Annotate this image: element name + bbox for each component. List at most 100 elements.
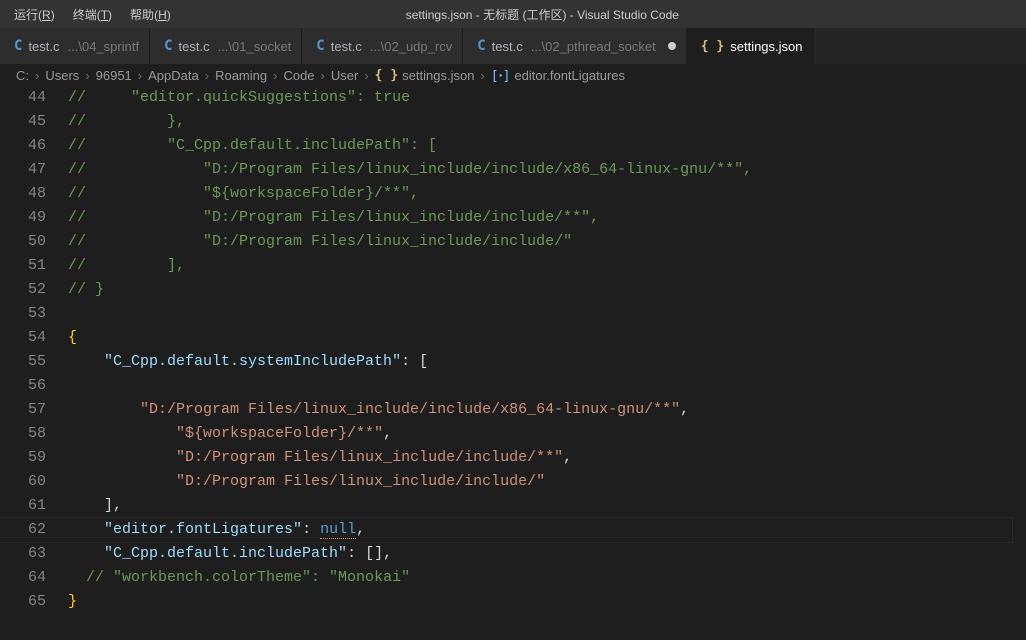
code-content[interactable]: ], [68, 494, 122, 518]
code-content[interactable]: "editor.fontLigatures": null, [68, 518, 365, 542]
tab[interactable]: Ctest.c ...\04_sprintf [0, 28, 150, 64]
code-content[interactable]: // "workbench.colorTheme": "Monokai" [68, 566, 410, 590]
line-number: 44 [0, 86, 68, 110]
code-content[interactable]: "D:/Program Files/linux_include/include/… [68, 446, 572, 470]
line-number: 47 [0, 158, 68, 182]
editor-line[interactable]: 51// ], [0, 254, 1026, 278]
breadcrumb-symbol[interactable]: [ꞏ] editor.fontLigatures [491, 66, 625, 84]
editor-line[interactable]: 64 // "workbench.colorTheme": "Monokai" [0, 566, 1026, 590]
editor-line[interactable]: 44// "editor.quickSuggestions": true [0, 86, 1026, 110]
tab-path: ...\02_udp_rcv [370, 39, 452, 54]
breadcrumb-segment[interactable]: 96951 [96, 68, 132, 83]
code-content[interactable]: // "D:/Program Files/linux_include/inclu… [68, 158, 752, 182]
tab-filename: test.c [179, 39, 210, 54]
editor-line[interactable]: 52// } [0, 278, 1026, 302]
line-number: 55 [0, 350, 68, 374]
code-content[interactable]: // ], [68, 254, 185, 278]
code-content[interactable]: "C_Cpp.default.includePath": [], [68, 542, 392, 566]
line-number: 46 [0, 134, 68, 158]
editor[interactable]: 44// "editor.quickSuggestions": true45//… [0, 86, 1026, 640]
minimap[interactable] [1012, 86, 1026, 640]
editor-line[interactable]: 63 "C_Cpp.default.includePath": [], [0, 542, 1026, 566]
editor-line[interactable]: 46// "C_Cpp.default.includePath": [ [0, 134, 1026, 158]
editor-line[interactable]: 50// "D:/Program Files/linux_include/inc… [0, 230, 1026, 254]
line-number: 61 [0, 494, 68, 518]
editor-line[interactable]: 57 "D:/Program Files/linux_include/inclu… [0, 398, 1026, 422]
menu-term[interactable]: 终端(T) [65, 3, 120, 26]
tab-filename: settings.json [730, 39, 802, 54]
line-number: 60 [0, 470, 68, 494]
code-content[interactable]: // "editor.quickSuggestions": true [68, 86, 410, 110]
symbol-icon: [ꞏ] [491, 66, 511, 84]
titlebar: 运行(R) 终端(T) 帮助(H) settings.json - 无标题 (工… [0, 0, 1026, 28]
c-file-icon: C [164, 38, 172, 54]
tab[interactable]: Ctest.c ...\02_pthread_socket [463, 28, 687, 64]
c-file-icon: C [316, 38, 324, 54]
breadcrumb-segment[interactable]: Roaming [215, 68, 267, 83]
window-title: settings.json - 无标题 (工作区) - Visual Studi… [179, 6, 906, 23]
code-content[interactable]: // "${workspaceFolder}/**", [68, 182, 419, 206]
breadcrumb-segment[interactable]: User [331, 68, 358, 83]
code-content[interactable]: "${workspaceFolder}/**", [68, 422, 392, 446]
tab-filename: test.c [331, 39, 362, 54]
breadcrumb-file[interactable]: { } settings.json [375, 68, 475, 83]
line-number: 65 [0, 590, 68, 614]
line-number: 48 [0, 182, 68, 206]
editor-line[interactable]: 48// "${workspaceFolder}/**", [0, 182, 1026, 206]
line-number: 58 [0, 422, 68, 446]
tabbar: Ctest.c ...\04_sprintfCtest.c ...\01_soc… [0, 28, 1026, 64]
line-number: 49 [0, 206, 68, 230]
breadcrumb-segment[interactable]: Users [45, 68, 79, 83]
code-content[interactable]: // } [68, 278, 104, 302]
editor-line[interactable]: 47// "D:/Program Files/linux_include/inc… [0, 158, 1026, 182]
editor-line[interactable]: 49// "D:/Program Files/linux_include/inc… [0, 206, 1026, 230]
c-file-icon: C [14, 38, 22, 54]
code-content[interactable]: // "D:/Program Files/linux_include/inclu… [68, 230, 572, 254]
breadcrumb-segment[interactable]: AppData [148, 68, 199, 83]
editor-line[interactable]: 58 "${workspaceFolder}/**", [0, 422, 1026, 446]
editor-line[interactable]: 55 "C_Cpp.default.systemIncludePath": [ [0, 350, 1026, 374]
line-number: 50 [0, 230, 68, 254]
chevron-right-icon: › [271, 68, 279, 83]
code-content[interactable]: { [68, 326, 77, 350]
tab[interactable]: Ctest.c ...\02_udp_rcv [302, 28, 463, 64]
menu-help[interactable]: 帮助(H) [122, 3, 179, 26]
tab[interactable]: { } settings.json [687, 28, 814, 64]
menu-run[interactable]: 运行(R) [6, 3, 63, 26]
tab-path: ...\01_socket [218, 39, 292, 54]
breadcrumb-segment[interactable]: Code [283, 68, 314, 83]
breadcrumb[interactable]: C:›Users›96951›AppData›Roaming›Code›User… [0, 64, 1026, 86]
line-number: 64 [0, 566, 68, 590]
code-content[interactable]: } [68, 590, 77, 614]
chevron-right-icon: › [33, 68, 41, 83]
editor-line[interactable]: 54{ [0, 326, 1026, 350]
json-file-icon: { } [701, 39, 724, 54]
code-content[interactable]: "D:/Program Files/linux_include/include/… [68, 470, 545, 494]
tab-path: ...\04_sprintf [68, 39, 140, 54]
code-content[interactable]: "D:/Program Files/linux_include/include/… [68, 398, 689, 422]
line-number: 62 [0, 518, 68, 542]
line-number: 59 [0, 446, 68, 470]
editor-line[interactable]: 65} [0, 590, 1026, 614]
code-content[interactable]: // }, [68, 110, 185, 134]
code-content[interactable]: "C_Cpp.default.systemIncludePath": [ [68, 350, 428, 374]
chevron-right-icon: › [319, 68, 327, 83]
editor-line[interactable]: 62 "editor.fontLigatures": null, [0, 518, 1026, 542]
editor-line[interactable]: 53 [0, 302, 1026, 326]
breadcrumb-segment[interactable]: C: [16, 68, 29, 83]
json-file-icon: { } [375, 68, 398, 83]
line-number: 52 [0, 278, 68, 302]
code-content[interactable]: // "D:/Program Files/linux_include/inclu… [68, 206, 599, 230]
editor-line[interactable]: 60 "D:/Program Files/linux_include/inclu… [0, 470, 1026, 494]
editor-line[interactable]: 56 [0, 374, 1026, 398]
tab-filename: test.c [492, 39, 523, 54]
chevron-right-icon: › [362, 68, 370, 83]
line-number: 51 [0, 254, 68, 278]
editor-line[interactable]: 61 ], [0, 494, 1026, 518]
editor-line[interactable]: 45// }, [0, 110, 1026, 134]
line-number: 57 [0, 398, 68, 422]
code-content[interactable]: // "C_Cpp.default.includePath": [ [68, 134, 437, 158]
editor-line[interactable]: 59 "D:/Program Files/linux_include/inclu… [0, 446, 1026, 470]
c-file-icon: C [477, 38, 485, 54]
tab[interactable]: Ctest.c ...\01_socket [150, 28, 302, 64]
